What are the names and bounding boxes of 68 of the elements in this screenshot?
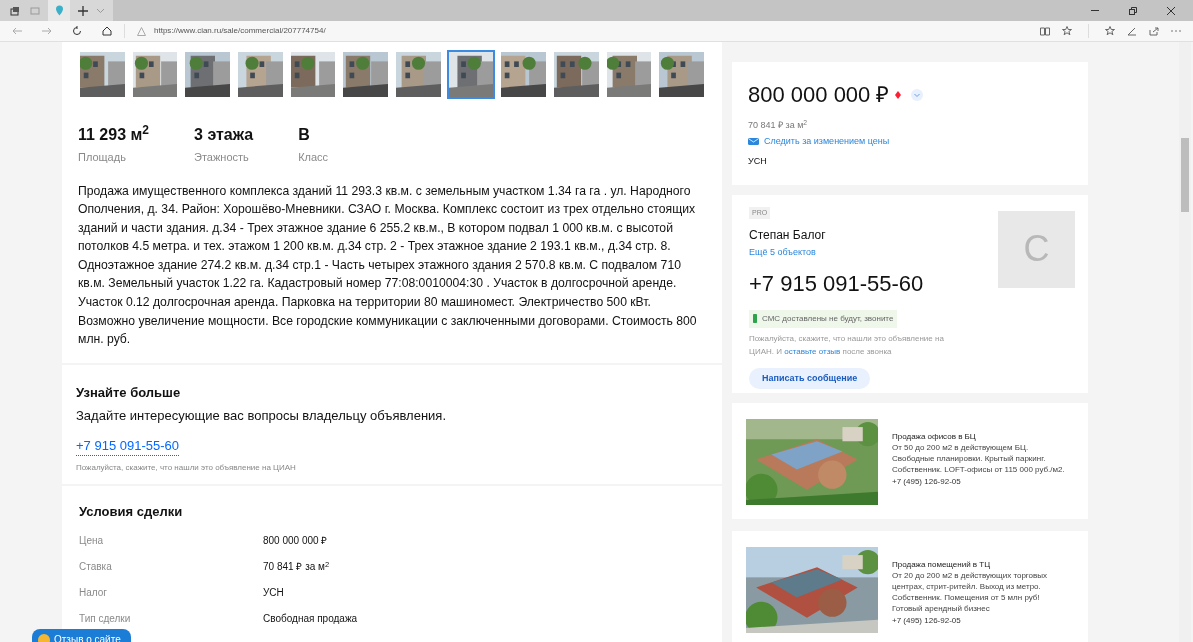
favorites-icon[interactable] [1105, 26, 1115, 36]
term-label: Налог [79, 586, 108, 601]
maximize-icon[interactable] [1129, 6, 1137, 15]
thumbnail[interactable] [552, 50, 601, 99]
thumbnail[interactable] [499, 50, 549, 99]
thumbnail[interactable] [288, 50, 338, 99]
close-icon[interactable] [1167, 6, 1175, 15]
ad-text: От 50 до 200 м2 в действующем БЦ. Свободные планировки. Крытый паркинг. Собственник. LOFT-офисы от 115 000 руб./м2. [892, 441, 1066, 475]
thumbnail[interactable] [130, 50, 180, 99]
phone-link[interactable]: +7 915 091-55-60 [76, 435, 179, 457]
agent-phone: +7 915 091-55-60 [749, 269, 924, 298]
sms-notice-text: СМС доставлены не будут, звоните [762, 312, 894, 325]
stat-label: Этажность [194, 150, 250, 165]
price-per-meter: 70 841 ₽ за м$^{2}$ [748, 119, 808, 132]
ad-title: Продажа помещений в ТЦ [892, 558, 992, 570]
stat-label: Площадь [78, 150, 127, 165]
home-icon[interactable] [102, 26, 112, 36]
url-text[interactable]: https://www.cian.ru/sale/commercial/207774754/ [154, 25, 326, 37]
phone-icon [753, 314, 757, 323]
agent-name: Степан Балог [749, 227, 826, 244]
ad-phone: +7 (495) 126-92-05 [892, 475, 962, 487]
term-label: Тип сделки [79, 612, 132, 627]
new-tab-icon[interactable] [78, 5, 88, 16]
scrollbar[interactable] [1179, 42, 1191, 642]
term-value: 70 841 ₽ за м$^{2}$ [263, 559, 330, 575]
ad-text: От 20 до 200 м2 в действующих торговых центрах, стрит-ритейл. Выход из метро. Собственник. Помещения от 5 млн руб! Готовый арендный бизнес [892, 569, 1049, 614]
stat-label: Класс [298, 150, 329, 165]
review-link[interactable]: оставьте отзыв [784, 346, 841, 356]
term-label: Ставка [79, 560, 113, 575]
section-title: Узнайте больше [76, 383, 181, 402]
section-title: Условия сделки [79, 503, 184, 522]
minimize-icon[interactable] [1091, 9, 1099, 12]
thumbnail[interactable] [236, 50, 285, 99]
thumbnail[interactable] [394, 50, 443, 99]
refresh-icon[interactable] [72, 26, 82, 36]
term-label: Цена [79, 534, 105, 549]
stat-value: B [298, 125, 311, 145]
price: 800 000 000 ₽ [748, 81, 890, 109]
term-value: 800 000 000 ₽ [263, 534, 328, 549]
thumbnail[interactable] [604, 50, 654, 99]
term-value: УСН [263, 586, 284, 601]
envelope-icon [748, 137, 759, 145]
share-icon[interactable] [1149, 26, 1159, 36]
ad-card[interactable]: Продажа помещений в ТЦ От 20 до 200 м2 в действующих торговых центрах, стрит-ритейл. Выход из метро. Собственник. Помещения от 5 млн руб! Готовый арендный бизнес +7 (495) 126-92-05 [732, 530, 1088, 642]
thumbnail[interactable] [341, 50, 391, 99]
ad-phone: +7 (495) 126-92-05 [892, 614, 962, 626]
tax-text: УСН [748, 155, 767, 168]
term-value: Свободная продажа [263, 612, 358, 627]
hint-text: Пожалуйста, скажите, что нашли это объявление на ЦИАН [76, 462, 296, 475]
ad-card[interactable]: Продажа офисов в БЦ От 50 до 200 м2 в действующем БЦ. Свободные планировки. Крытый паркинг. Собственник. LOFT-офисы от 115 000 руб./м2. +7 (495) 126-92-05 [732, 402, 1088, 519]
thumbnail[interactable] [183, 50, 232, 99]
stat-value: 11 293 м$^{2}$ [78, 123, 150, 145]
ad-title: Продажа офисов в БЦ [892, 430, 977, 442]
reading-view-icon[interactable] [1040, 26, 1050, 36]
thumbnail[interactable] [78, 50, 127, 99]
stat-value: 3 этажа [194, 125, 254, 145]
tabs-icon[interactable] [10, 5, 20, 16]
pen-icon[interactable] [1127, 26, 1137, 36]
thumbnail[interactable] [446, 50, 496, 99]
description: Продажа имущественного комплекса зданий 11 293.3 кв.м. с земельным участком 1.34 га га . ул. Народного Ополчения, д. 34. Район: Хорошёво-Мневники. СЗАО г. Москва. Комплекс состоит из трех отдельно стоящих зданий и части здания. д.34 - Трех этажное здание 6 255.2 кв.м., В котором подвал 1 000 кв.м. с высотой потолков 4.5 метра. и тех. этажом 1 200 кв.м. д.34 стр. 2 - Трех этажное здание 2 193.1 кв.м., д.34 стр. 8. Одноэтажное здание 274.2 кв.м. д.34 стр.1 - Часть четырех этажного здания 2 570.8 кв.м. С подвалом 710 кв.м. Земельный участок 1.22 га. Кадастровый номер 77:08:0010004:30 . Участок в долгосрочной аренде. Участок 0.12 долгосрочная аренда. Парковка на территории 80 машиномест. Электричество 500 кВт. Возможно увеличение мощности. Все городские коммуникации с заключенными договорами. Стоимость 800 млн. руб. [78, 182, 698, 349]
price-drop-icon [895, 90, 902, 99]
hint-text: Пожалуйста, скажите, что нашли это объявление на ЦИАН. И оставьте отзыв после звонка [749, 332, 945, 358]
star-icon[interactable] [1062, 26, 1072, 36]
follow-price-link[interactable]: Следить за изменением цены [748, 134, 890, 148]
message-button[interactable]: Написать сообщение [749, 367, 871, 389]
section-subtitle: Задайте интересующие вас вопросы владельцу объявления. [76, 407, 446, 426]
thumbnail[interactable] [657, 50, 707, 99]
more-listings-link[interactable]: Ещё 5 объектов [749, 246, 816, 260]
